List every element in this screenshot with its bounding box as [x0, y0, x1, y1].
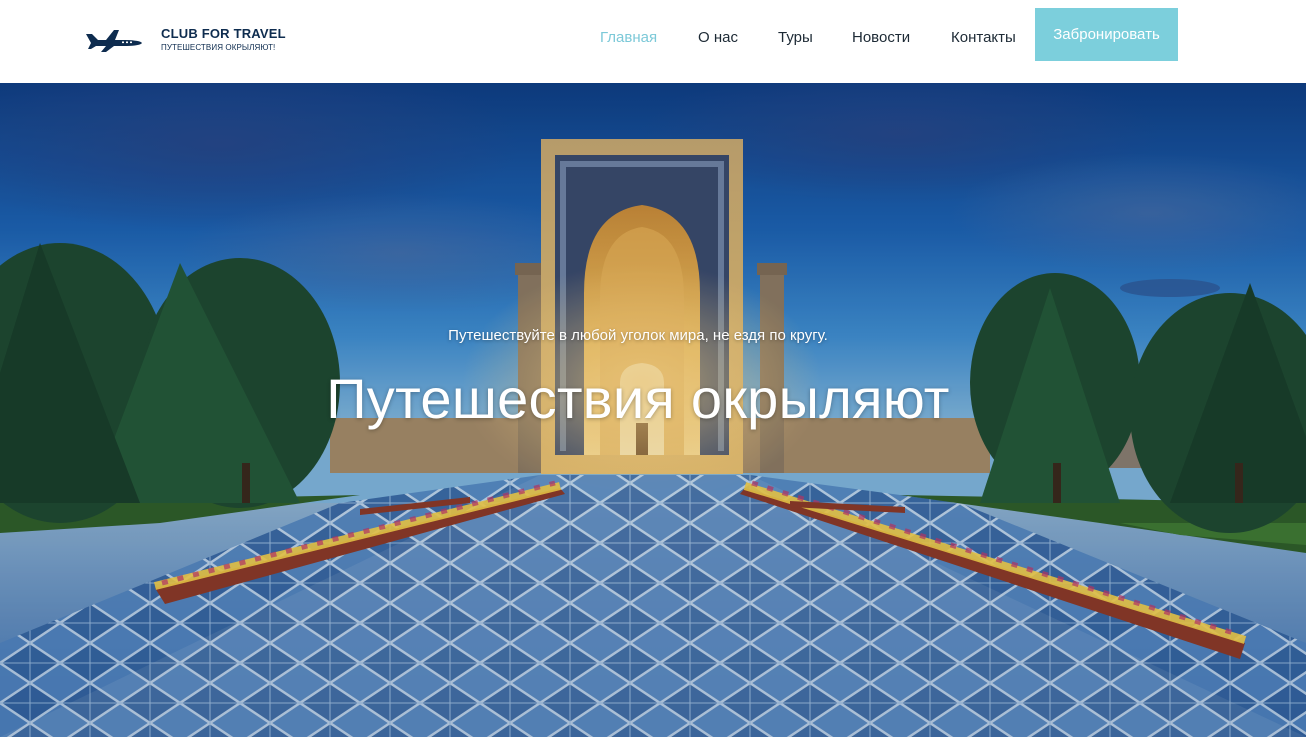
hero-section: Путешествуйте в любой уголок мира, не ез…	[0, 83, 1306, 737]
nav-item-contacts[interactable]: Контакты	[951, 29, 1016, 47]
nav-item-home[interactable]: Главная	[600, 29, 657, 47]
nav-item-tours[interactable]: Туры	[778, 29, 813, 47]
site-header: CLUB FOR TRAVEL ПУТЕШЕСТВИЯ ОКРЫЛЯЮТ! Гл…	[0, 0, 1306, 83]
nav-item-news[interactable]: Новости	[852, 29, 910, 47]
hero-subtitle: Путешествуйте в любой уголок мира, не ез…	[448, 327, 828, 344]
book-button[interactable]: Забронировать	[1035, 8, 1178, 61]
nav-item-about[interactable]: О нас	[698, 29, 738, 47]
hero-title: Путешествия окрыляют	[326, 367, 950, 430]
